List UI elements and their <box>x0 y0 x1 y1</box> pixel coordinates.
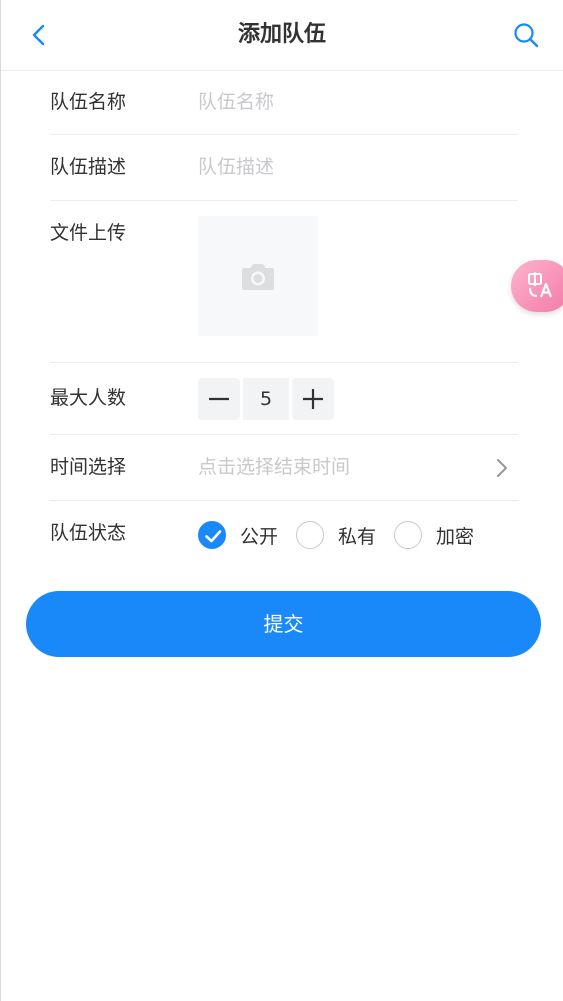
description-input[interactable] <box>198 153 498 181</box>
image-upload-button[interactable] <box>198 216 318 336</box>
chevron-right-icon[interactable] <box>494 458 510 478</box>
page: 添加队伍 队伍名称 队伍描述 文件上传 最大人数 时间选择 点击选择结束时间 <box>0 0 563 1001</box>
submit-button[interactable]: 提交 <box>26 591 541 657</box>
time-placeholder[interactable]: 点击选择结束时间 <box>198 453 498 481</box>
radio-unchecked-icon[interactable] <box>394 521 423 549</box>
radio-unchecked-icon[interactable] <box>296 521 325 549</box>
max-members-label: 最大人数 <box>50 387 127 409</box>
name-label: 队伍名称 <box>50 91 127 113</box>
translate-icon <box>528 272 553 298</box>
radio-encrypted-label: 加密 <box>436 525 475 548</box>
description-field-row: 队伍描述 <box>50 135 518 201</box>
radio-checked-icon[interactable] <box>198 521 226 549</box>
minus-icon <box>209 397 229 401</box>
radio-private[interactable]: 私有 <box>296 521 376 549</box>
camera-icon <box>242 264 274 290</box>
time-label: 时间选择 <box>50 456 127 478</box>
plus-icon <box>303 389 323 409</box>
name-input[interactable] <box>198 88 498 116</box>
max-members-value[interactable]: 5 <box>243 378 289 420</box>
status-label: 队伍状态 <box>50 522 127 544</box>
radio-public[interactable]: 公开 <box>198 521 278 549</box>
search-button[interactable] <box>511 20 541 50</box>
radio-private-label: 私有 <box>338 525 377 548</box>
translate-button[interactable] <box>511 260 563 312</box>
radio-public-label: 公开 <box>240 525 279 548</box>
status-radio-group: 公开 私有 加密 <box>198 519 492 551</box>
time-field-row[interactable]: 时间选择 点击选择结束时间 <box>50 435 518 501</box>
search-icon <box>514 23 539 48</box>
increment-button[interactable] <box>292 378 334 420</box>
team-form: 队伍名称 队伍描述 文件上传 最大人数 时间选择 点击选择结束时间 队伍状态 <box>50 70 518 567</box>
decrement-button[interactable] <box>198 378 240 420</box>
checkmark-icon <box>205 530 222 543</box>
radio-encrypted[interactable]: 加密 <box>394 521 474 549</box>
description-label: 队伍描述 <box>50 156 127 178</box>
name-field-row: 队伍名称 <box>50 70 518 135</box>
upload-label: 文件上传 <box>50 222 127 244</box>
max-members-stepper: 5 <box>198 378 334 420</box>
nav-bar: 添加队伍 <box>1 0 563 71</box>
page-title: 添加队伍 <box>237 22 326 47</box>
